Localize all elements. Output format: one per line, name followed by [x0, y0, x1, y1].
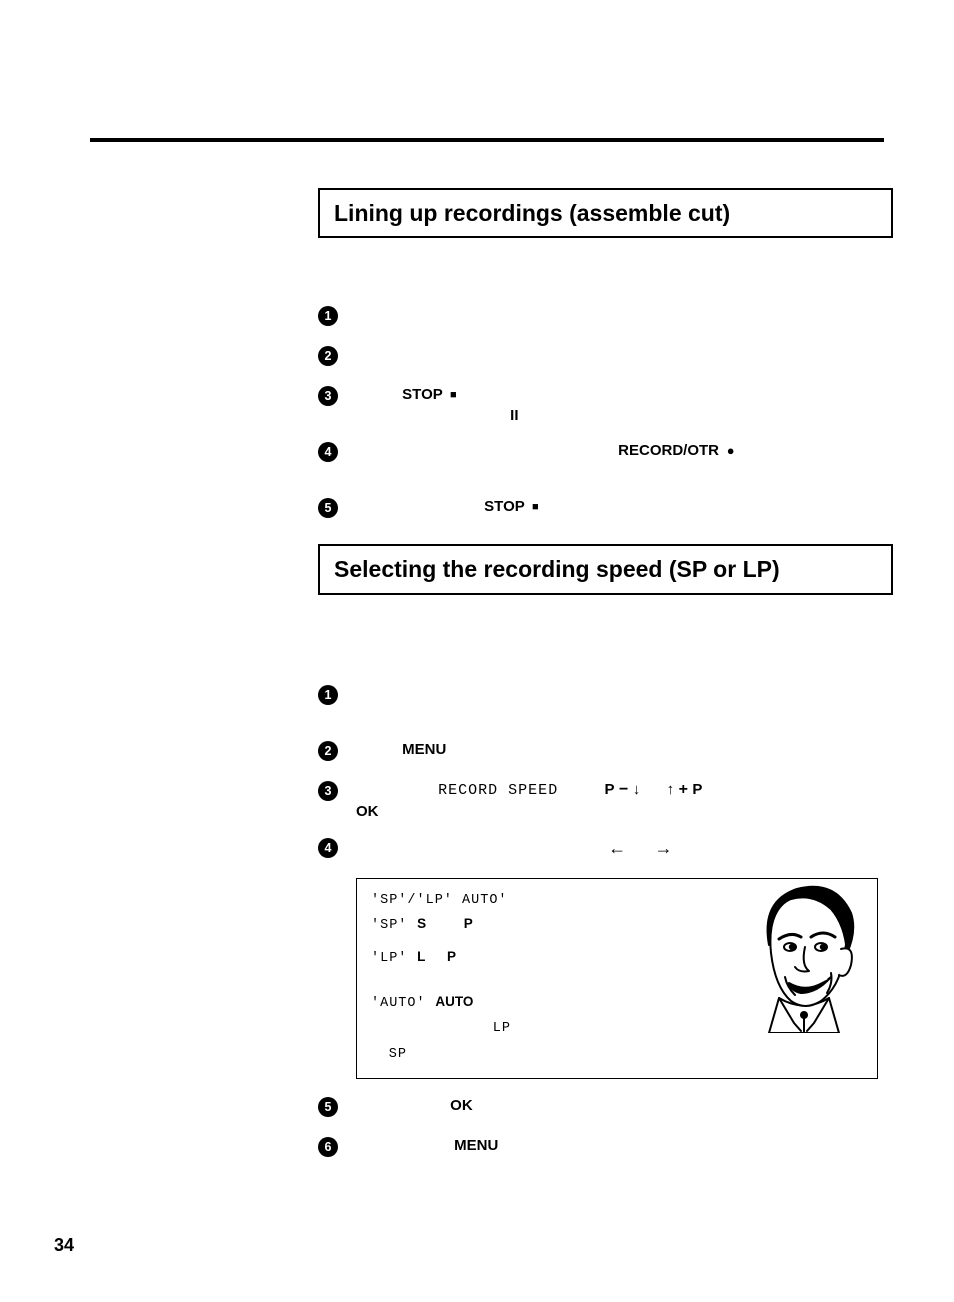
step-a1: 1	[318, 306, 878, 328]
content-column: Lining up recordings (assemble cut) 1 2 …	[318, 188, 893, 1159]
step-number: 2	[318, 346, 338, 366]
infobox-p-bold2: P	[447, 949, 456, 964]
p-minus-label: P	[605, 781, 615, 798]
infobox-line1: 'SP'/'LP' AUTO'	[371, 893, 508, 908]
step-b6: 6 MENU	[318, 1137, 878, 1159]
infobox-lp-tag: 'LP'	[371, 951, 407, 966]
ok-label: OK	[356, 803, 379, 820]
step-number: 3	[318, 781, 338, 801]
illustration-face	[739, 883, 869, 1033]
step-number: 5	[318, 1097, 338, 1117]
step-number: 2	[318, 741, 338, 761]
pause-icon: II	[510, 407, 518, 424]
step-a4: 4 RECORD/OTR ●	[318, 442, 878, 480]
stop-icon: ■	[447, 389, 457, 401]
info-box: 'SP'/'LP' AUTO' 'SP' S P 'LP' L P 'AUTO'…	[356, 878, 878, 1080]
step-a2: 2	[318, 346, 878, 368]
step-a5: 5 STOP ■	[318, 498, 878, 520]
menu-label: MENU	[454, 1137, 498, 1154]
step-number: 1	[318, 685, 338, 705]
infobox-sp: SP	[389, 1047, 407, 1062]
step-b3: 3 RECORD SPEED P − ↓ ↑ + P OK	[318, 781, 878, 820]
stop-icon: ■	[529, 501, 539, 513]
step-b1: 1	[318, 685, 878, 723]
section-title-text: Selecting the recording speed (SP or LP)	[334, 556, 780, 582]
steps-group-a: 1 2 3 STOP ■ II 4	[318, 306, 878, 520]
p-plus-label: P	[692, 781, 702, 798]
infobox-sp-tag: 'SP'	[371, 918, 407, 933]
stop-label: STOP	[402, 386, 443, 403]
step-number: 3	[318, 386, 338, 406]
infobox-s-bold: S	[411, 916, 426, 931]
top-horizontal-rule	[90, 138, 884, 142]
menu-label: MENU	[402, 741, 446, 758]
infobox-auto-bold: AUTO	[429, 994, 473, 1009]
page: Lining up recordings (assemble cut) 1 2 …	[0, 0, 954, 1302]
steps-group-b: 1 2 MENU 3 RECORD SPEED P − ↓	[318, 685, 878, 1160]
step-number: 6	[318, 1137, 338, 1157]
infobox-lp: LP	[493, 1021, 511, 1036]
arrow-down-icon: ↓	[633, 781, 641, 798]
section-title-assemble-cut: Lining up recordings (assemble cut)	[318, 188, 893, 238]
step-b5: 5 OK	[318, 1097, 878, 1119]
infobox-auto-tag: 'AUTO'	[371, 996, 426, 1011]
record-speed-label: RECORD SPEED	[438, 782, 558, 799]
section-title-recording-speed: Selecting the recording speed (SP or LP)	[318, 544, 893, 594]
step-number: 4	[318, 442, 338, 462]
step-number: 5	[318, 498, 338, 518]
record-icon: ●	[723, 443, 734, 458]
stop-label: STOP	[484, 498, 525, 515]
section-title-text: Lining up recordings (assemble cut)	[334, 200, 730, 226]
arrow-left-icon: ←	[608, 838, 626, 858]
infobox-p-bold: P	[464, 916, 473, 931]
step-a3: 3 STOP ■ II	[318, 386, 878, 424]
record-otr-label: RECORD/OTR	[618, 442, 719, 459]
arrow-right-icon: →	[655, 838, 673, 858]
step-b2: 2 MENU	[318, 741, 878, 763]
ok-label: OK	[450, 1097, 473, 1114]
page-number: 34	[54, 1235, 74, 1256]
step-b4: 4 ← →	[318, 838, 878, 860]
step-number: 4	[318, 838, 338, 858]
infobox-l-bold: L	[411, 949, 425, 964]
step-number: 1	[318, 306, 338, 326]
